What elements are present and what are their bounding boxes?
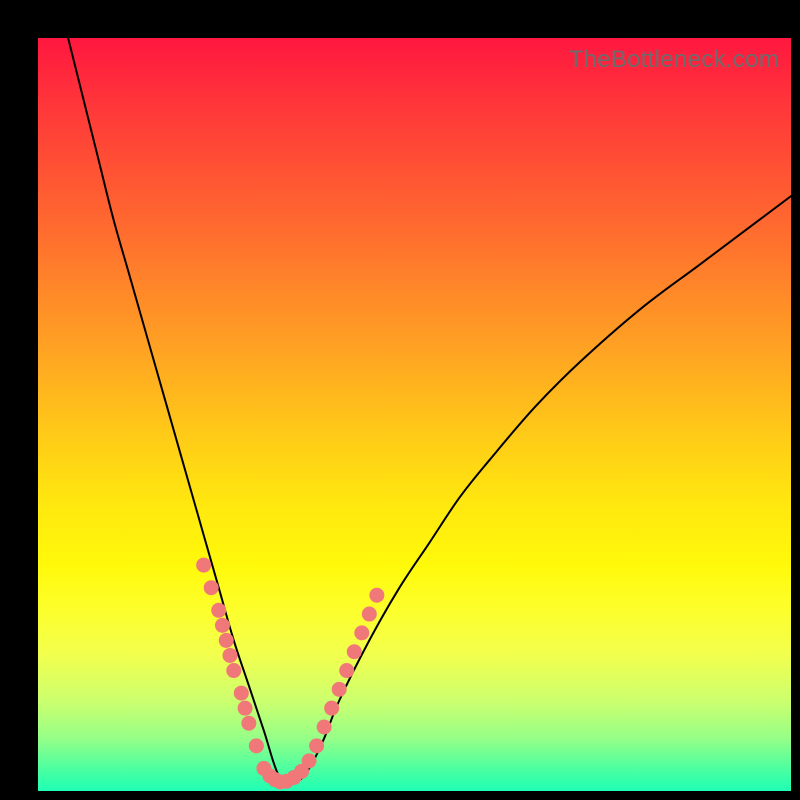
bottleneck-curve bbox=[68, 38, 791, 784]
highlight-dot bbox=[339, 663, 354, 678]
highlight-dot bbox=[241, 716, 256, 731]
highlight-dot bbox=[309, 738, 324, 753]
highlight-dot bbox=[324, 701, 339, 716]
highlight-dot bbox=[347, 644, 362, 659]
highlight-dot bbox=[369, 588, 384, 603]
highlight-dots bbox=[196, 558, 384, 790]
highlight-dot bbox=[354, 625, 369, 640]
highlight-dot bbox=[196, 558, 211, 573]
chart-frame: TheBottleneck.com bbox=[0, 0, 800, 800]
plot-area: TheBottleneck.com bbox=[38, 38, 791, 791]
highlight-dot bbox=[211, 603, 226, 618]
highlight-dot bbox=[249, 738, 264, 753]
highlight-dot bbox=[226, 663, 241, 678]
highlight-dot bbox=[234, 686, 249, 701]
highlight-dot bbox=[362, 607, 377, 622]
highlight-dot bbox=[215, 618, 230, 633]
highlight-dot bbox=[317, 720, 332, 735]
highlight-dot bbox=[302, 753, 317, 768]
highlight-dot bbox=[223, 648, 238, 663]
highlight-dot bbox=[238, 701, 253, 716]
highlight-dot bbox=[332, 682, 347, 697]
highlight-dot bbox=[219, 633, 234, 648]
curve-path bbox=[68, 38, 791, 784]
chart-svg bbox=[38, 38, 791, 791]
highlight-dot bbox=[204, 580, 219, 595]
